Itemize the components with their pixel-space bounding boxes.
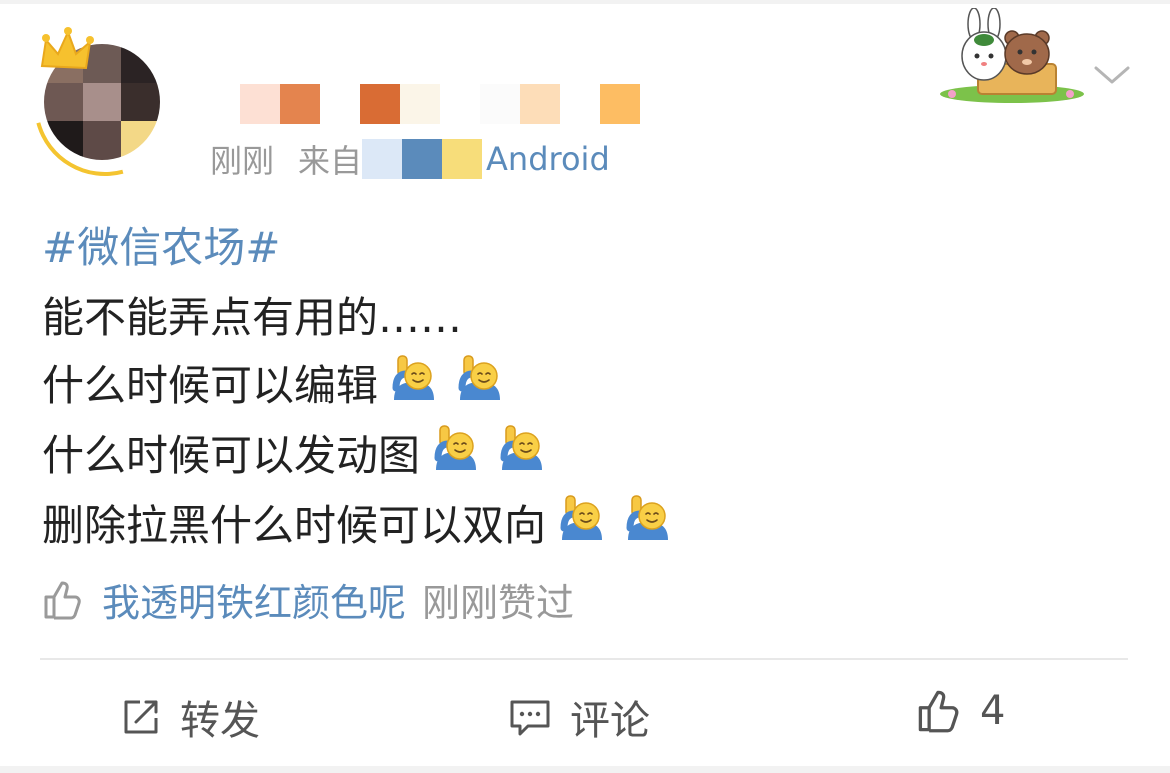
mosaic-block — [400, 84, 440, 124]
repost-label: 转发 — [180, 698, 260, 744]
source-mosaic — [362, 139, 483, 179]
mosaic-block — [44, 82, 83, 122]
thumbs-up-icon — [918, 690, 959, 733]
action-bar: 转发 评论 4 — [0, 664, 1170, 764]
weibo-post-card: 刚刚 来自 Android #微信农场# 能不能弄点有用的…… 什么时候可以编辑… — [0, 4, 1170, 766]
comment-label: 评论 — [570, 698, 650, 744]
post-line-text: 什么时候可以发动图 — [42, 431, 421, 480]
like-button[interactable]: 4 — [916, 688, 1005, 734]
username-mosaic[interactable] — [200, 84, 640, 124]
raising-hand-emoji — [624, 494, 672, 542]
raising-hand-emoji — [498, 424, 546, 472]
mosaic-block — [280, 84, 320, 124]
mosaic-block — [360, 84, 400, 124]
post-line-2: 什么时候可以编辑 — [42, 352, 504, 413]
mosaic-block — [200, 84, 240, 124]
mosaic-block — [320, 84, 360, 124]
mosaic-block — [440, 84, 480, 124]
post-line-4: 删除拉黑什么时候可以双向 — [42, 492, 672, 553]
mosaic-block — [362, 139, 403, 179]
repost-icon — [124, 700, 158, 734]
post-line-text: 删除拉黑什么时候可以双向 — [42, 501, 547, 550]
like-summary: 我透明铁红颜色呢 刚刚赞过 — [42, 572, 574, 627]
mosaic-block — [520, 84, 560, 124]
post-line-text: 什么时候可以编辑 — [42, 361, 379, 410]
rabbit-bear-sticker-icon — [940, 8, 1084, 103]
repost-button[interactable]: 转发 — [120, 688, 260, 746]
post-line-text: 能不能弄点有用的…… — [42, 293, 463, 342]
chevron-down-icon[interactable] — [1092, 60, 1132, 90]
post-time: 刚刚 — [210, 142, 275, 180]
source-prefix: 来自 — [298, 142, 363, 180]
mosaic-block — [480, 84, 520, 124]
raising-hand-emoji — [456, 354, 504, 402]
raising-hand-emoji — [558, 494, 606, 542]
like-time: 刚刚赞过 — [422, 581, 575, 625]
post-line-1: 能不能弄点有用的…… — [42, 284, 462, 345]
mosaic-block — [600, 84, 640, 124]
topic-hashtag-link[interactable]: #微信农场# — [42, 214, 280, 275]
source-device-link[interactable]: Android — [486, 140, 610, 178]
raising-hand-emoji — [390, 354, 438, 402]
thumbs-up-icon — [44, 581, 81, 619]
post-line-3: 什么时候可以发动图 — [42, 422, 546, 483]
mosaic-block — [82, 121, 122, 160]
raising-hand-emoji — [432, 424, 480, 472]
divider — [40, 658, 1128, 660]
liker-name-link[interactable]: 我透明铁红颜色呢 — [102, 572, 406, 627]
mosaic-block — [121, 82, 160, 122]
comment-icon — [510, 700, 550, 736]
mosaic-block — [442, 139, 483, 179]
mosaic-block — [560, 84, 600, 124]
user-avatar[interactable] — [8, 8, 202, 202]
mosaic-block — [402, 139, 443, 179]
crown-icon — [40, 27, 94, 70]
mosaic-block — [82, 82, 122, 122]
like-count: 4 — [980, 688, 1006, 734]
mosaic-block — [240, 84, 280, 124]
comment-button[interactable]: 评论 — [508, 688, 650, 746]
post-meta: 刚刚 来自 Android — [210, 136, 610, 182]
